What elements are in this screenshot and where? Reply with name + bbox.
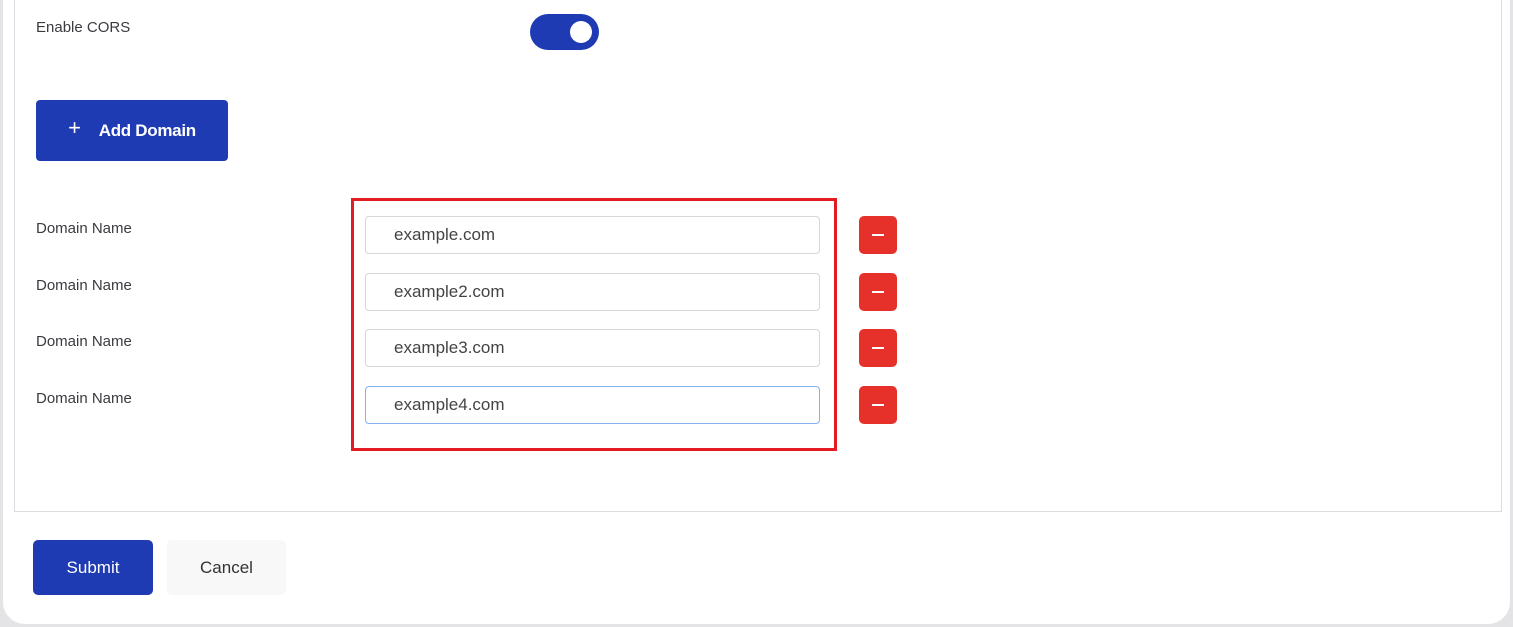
domain-name-label: Domain Name [36,333,132,350]
remove-domain-button[interactable] [859,386,897,424]
add-domain-button[interactable]: + Add Domain [36,100,228,161]
domain-name-label: Domain Name [36,277,132,294]
remove-domain-button[interactable] [859,329,897,367]
remove-domain-button[interactable] [859,273,897,311]
cancel-button[interactable]: Cancel [167,540,286,595]
domain-name-input[interactable] [365,386,820,424]
plus-icon: + [68,114,81,140]
domain-name-input[interactable] [365,216,820,254]
domain-name-label: Domain Name [36,220,132,237]
enable-cors-toggle[interactable] [530,14,599,50]
domain-name-input[interactable] [365,329,820,367]
enable-cors-label: Enable CORS [36,19,131,36]
add-domain-label: Add Domain [98,120,196,140]
remove-domain-button[interactable] [859,216,897,254]
domain-name-label: Domain Name [36,390,132,407]
domain-name-input[interactable] [365,273,820,311]
submit-button[interactable]: Submit [33,540,153,595]
toggle-knob [570,21,592,43]
